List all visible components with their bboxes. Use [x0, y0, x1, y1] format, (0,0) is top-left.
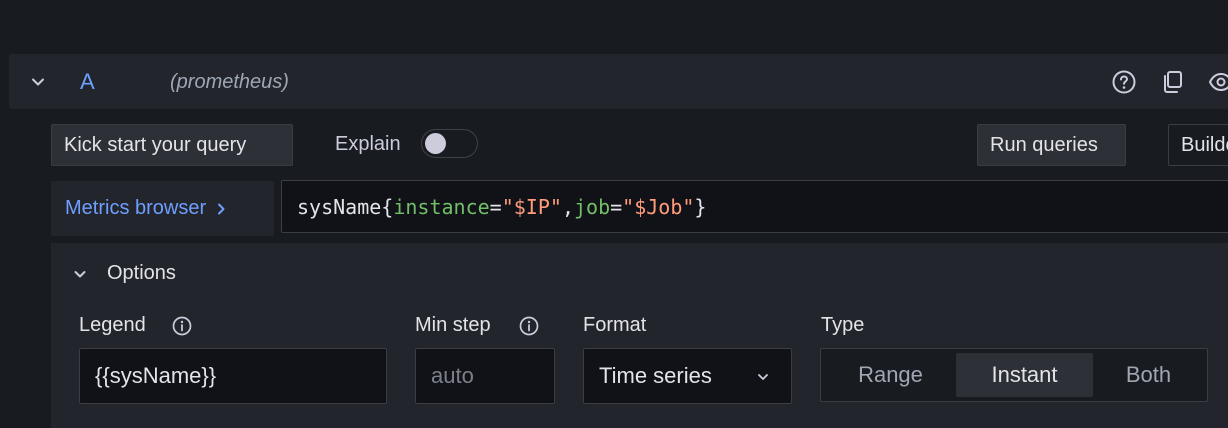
type-option-both[interactable]: Both: [1093, 353, 1204, 397]
chevron-down-icon: [758, 374, 768, 380]
query-close-brace: }: [694, 194, 707, 219]
type-option-instant[interactable]: Instant: [956, 353, 1093, 397]
type-option-range[interactable]: Range: [825, 353, 956, 397]
info-icon[interactable]: [172, 316, 192, 336]
legend-input[interactable]: {{sysName}}: [79, 348, 387, 404]
query-label-value: "$Job": [622, 194, 695, 219]
type-radio-group: Range Instant Both: [820, 348, 1208, 402]
legend-label: Legend: [79, 314, 146, 336]
query-metric-name: sysName: [297, 194, 382, 219]
query-label-value: "$IP": [501, 194, 562, 219]
builder-button[interactable]: Builder: [1168, 124, 1228, 166]
query-operator: =: [489, 194, 502, 219]
format-select[interactable]: Time series: [583, 348, 792, 404]
metrics-browser-button[interactable]: Metrics browser: [51, 181, 274, 236]
info-icon[interactable]: [519, 316, 539, 336]
promql-query-input[interactable]: sysName{instance = "$IP", job = "$Job"}: [281, 180, 1228, 233]
query-ref-id[interactable]: A: [80, 69, 95, 95]
min-step-placeholder: auto: [431, 363, 474, 388]
query-comma: ,: [561, 194, 574, 219]
query-label-name: job: [573, 194, 611, 219]
chevron-down-icon[interactable]: [68, 262, 92, 286]
datasource-name: (prometheus): [170, 71, 289, 93]
options-title[interactable]: Options: [107, 262, 176, 285]
explain-label: Explain: [335, 133, 401, 155]
format-select-value: Time series: [599, 363, 712, 388]
query-editor-page: A (prometheus) Kick start your query Exp…: [0, 0, 1228, 428]
run-queries-button[interactable]: Run queries: [977, 124, 1126, 166]
explain-toggle-knob: [425, 133, 446, 154]
type-label: Type: [821, 314, 865, 336]
format-label: Format: [583, 314, 647, 336]
min-step-input[interactable]: auto: [415, 348, 555, 404]
kick-start-button[interactable]: Kick start your query: [51, 124, 293, 166]
metrics-browser-label: Metrics browser: [65, 197, 207, 219]
query-operator: =: [610, 194, 623, 219]
query-open-brace: {: [381, 194, 394, 219]
legend-input-value: {{sysName}}: [95, 363, 217, 388]
query-label-name: instance: [393, 194, 490, 219]
chevron-down-icon[interactable]: [28, 72, 48, 92]
chevron-right-icon: [218, 203, 225, 214]
eye-icon[interactable]: [1208, 69, 1228, 95]
duplicate-icon[interactable]: [1160, 69, 1186, 95]
help-icon[interactable]: [1111, 69, 1137, 95]
min-step-label: Min step: [415, 314, 491, 336]
